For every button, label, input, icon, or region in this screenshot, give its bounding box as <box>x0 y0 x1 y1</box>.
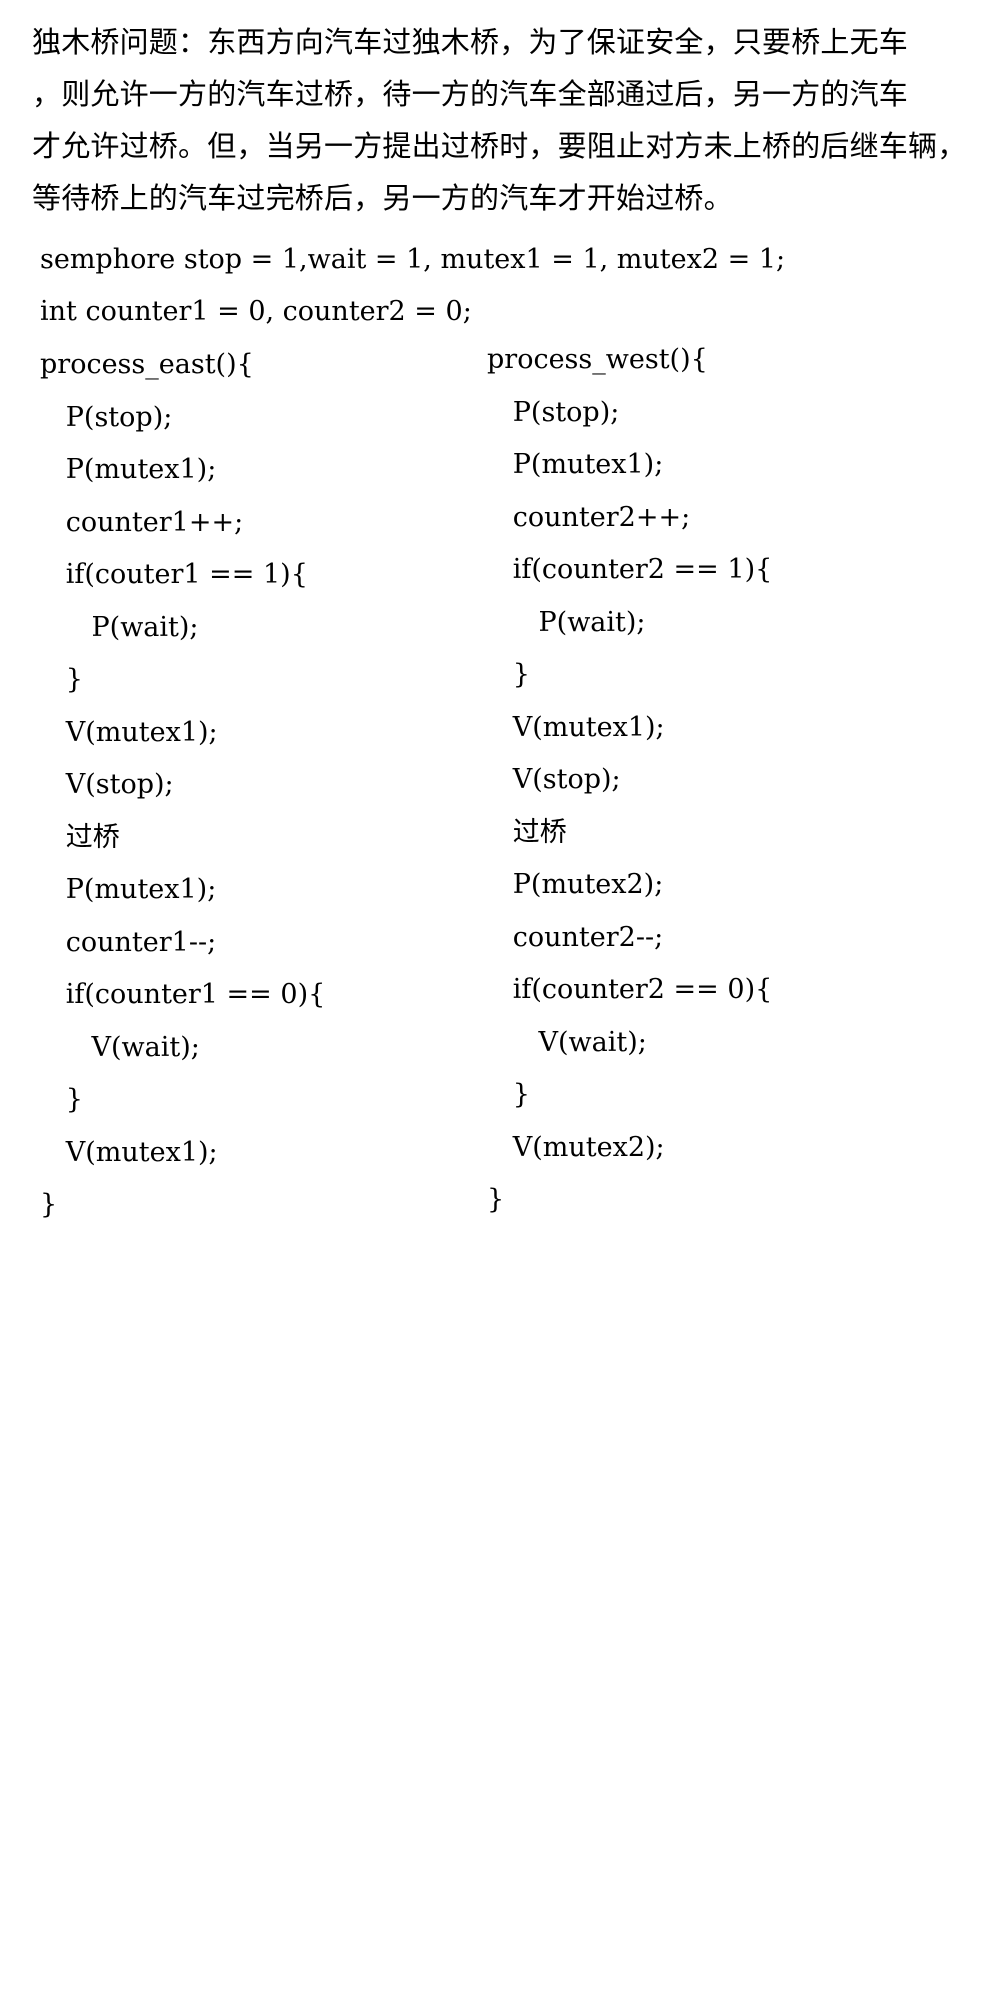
code-line: V(wait); <box>487 1027 647 1058</box>
code-line: 过桥 <box>487 817 567 848</box>
code-line: } <box>40 664 83 695</box>
problem-statement-line: 独木桥问题：东西方向汽车过独木桥，为了保证安全，只要桥上无车 <box>32 25 909 59</box>
code-line: P(mutex2); <box>487 869 664 900</box>
code-line: V(mutex1); <box>40 1137 218 1168</box>
code-line: if(couter1 == 1){ <box>40 559 308 590</box>
code-line: } <box>40 1189 58 1220</box>
code-line: counter2--; <box>487 922 664 953</box>
semaphore-declaration: semphore stop = 1,wait = 1, mutex1 = 1, … <box>40 244 786 275</box>
code-line: if(counter2 == 1){ <box>487 554 773 585</box>
code-line: if(counter2 == 0){ <box>487 974 773 1005</box>
code-line: process_east(){ <box>40 349 254 380</box>
problem-statement: 独木桥问题：东西方向汽车过独木桥，为了保证安全，只要桥上无车 ，则允许一方的汽车… <box>32 22 992 230</box>
problem-statement-line: 等待桥上的汽车过完桥后，另一方的汽车才开始过桥。 <box>32 181 733 215</box>
code-line: counter2++; <box>487 502 691 533</box>
code-line: P(stop); <box>40 402 173 433</box>
code-line: if(counter1 == 0){ <box>40 979 326 1010</box>
code-line: 过桥 <box>40 822 120 853</box>
code-line: V(wait); <box>40 1032 200 1063</box>
code-line: P(mutex1); <box>487 449 664 480</box>
code-line: P(wait); <box>40 612 199 643</box>
code-line: counter1++; <box>40 507 244 538</box>
problem-statement-line: 才允许过桥。但，当另一方提出过桥时，要阻止对方未上桥的后继车辆， <box>32 129 967 163</box>
code-line: } <box>487 1079 530 1110</box>
code-line: P(mutex1); <box>40 874 217 905</box>
code-line: } <box>40 1084 83 1115</box>
code-line: V(mutex1); <box>487 712 665 743</box>
code-line: } <box>487 1184 505 1215</box>
code-line: V(stop); <box>40 769 174 800</box>
code-line: V(mutex2); <box>487 1132 665 1163</box>
code-line: counter1--; <box>40 927 217 958</box>
document-page: 独木桥问题：东西方向汽车过独木桥，为了保证安全，只要桥上无车 ，则允许一方的汽车… <box>0 0 1000 2000</box>
code-line: process_west(){ <box>487 344 708 375</box>
code-line: P(stop); <box>487 397 620 428</box>
code-line: V(mutex1); <box>40 717 218 748</box>
code-line: } <box>487 659 530 690</box>
code-line: P(mutex1); <box>40 454 217 485</box>
problem-statement-line: ，则允许一方的汽车过桥，待一方的汽车全部通过后，另一方的汽车 <box>32 77 909 111</box>
counter-declaration: int counter1 = 0, counter2 = 0; <box>40 296 472 327</box>
code-line: P(wait); <box>487 607 646 638</box>
code-line: V(stop); <box>487 764 621 795</box>
